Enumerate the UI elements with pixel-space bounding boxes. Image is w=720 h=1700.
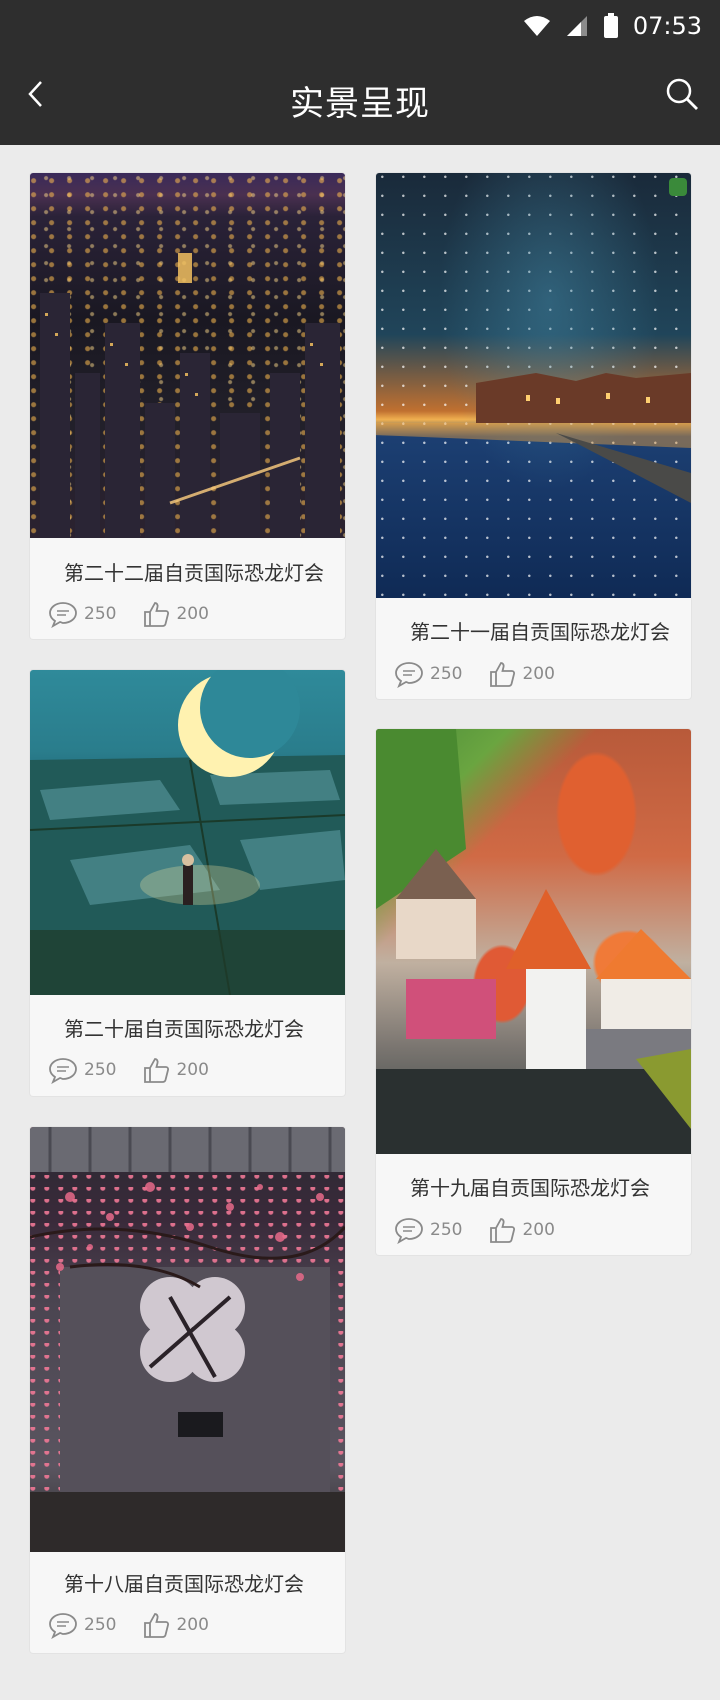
- status-time: 07:53: [632, 12, 702, 40]
- gallery-card[interactable]: 第二十届自贡国际恐龙灯会 250 200: [30, 670, 345, 1096]
- comment-count: 250: [84, 1060, 117, 1080]
- like-icon[interactable]: [142, 1056, 170, 1084]
- card-caption: 第十八届自贡国际恐龙灯会: [64, 1572, 304, 1596]
- page-title: 实景呈现: [290, 84, 430, 124]
- comment-count: 250: [430, 1220, 463, 1240]
- gallery-card[interactable]: 第十九届自贡国际恐龙灯会 250 200: [376, 729, 691, 1255]
- card-caption: 第二十届自贡国际恐龙灯会: [64, 1017, 304, 1041]
- search-button[interactable]: [662, 74, 702, 114]
- comment-icon[interactable]: [48, 1056, 78, 1084]
- like-icon[interactable]: [488, 660, 516, 688]
- card-caption: 第二十一届自贡国际恐龙灯会: [410, 620, 670, 644]
- comment-count: 250: [84, 604, 117, 624]
- status-bar: 07:53: [523, 6, 702, 46]
- comment-icon[interactable]: [48, 1611, 78, 1639]
- comment-count: 250: [430, 664, 463, 684]
- wifi-icon: [523, 15, 551, 37]
- comment-icon[interactable]: [394, 1216, 424, 1244]
- gallery-image[interactable]: [30, 1127, 345, 1552]
- moon-field-scene: [30, 670, 345, 996]
- top-bar: 07:53 实景呈现: [0, 0, 720, 145]
- gallery-image[interactable]: [376, 729, 691, 1154]
- like-count: 200: [522, 664, 555, 684]
- gallery-image[interactable]: [30, 670, 345, 996]
- like-icon[interactable]: [488, 1216, 516, 1244]
- gallery-card[interactable]: 第十八届自贡国际恐龙灯会 250 200: [30, 1127, 345, 1653]
- gallery-image[interactable]: [376, 173, 691, 598]
- cellular-signal-icon: [565, 15, 589, 37]
- like-count: 200: [176, 604, 209, 624]
- like-count: 200: [522, 1220, 555, 1240]
- river-night-scene: [376, 178, 691, 503]
- like-icon[interactable]: [142, 600, 170, 628]
- colorful-town-scene: [376, 729, 691, 1154]
- card-meta: 250 200: [48, 1610, 209, 1640]
- card-meta: 250 200: [394, 1215, 555, 1245]
- like-count: 200: [176, 1060, 209, 1080]
- city-night-scene: [40, 253, 340, 538]
- gallery-card[interactable]: 第二十二届自贡国际恐龙灯会 250 200: [30, 173, 345, 639]
- gallery-card[interactable]: 第二十一届自贡国际恐龙灯会 250 200: [376, 173, 691, 699]
- card-meta: 250 200: [48, 1055, 209, 1085]
- title-bar: 实景呈现: [0, 60, 720, 145]
- plum-window-scene: [30, 1127, 345, 1552]
- comment-icon[interactable]: [394, 660, 424, 688]
- like-count: 200: [176, 1615, 209, 1635]
- like-icon[interactable]: [142, 1611, 170, 1639]
- card-caption: 第二十二届自贡国际恐龙灯会: [64, 561, 324, 585]
- search-icon: [666, 78, 698, 110]
- card-meta: 250 200: [48, 599, 209, 629]
- comment-icon[interactable]: [48, 600, 78, 628]
- battery-icon: [603, 13, 619, 39]
- card-caption: 第十九届自贡国际恐龙灯会: [410, 1176, 650, 1200]
- card-meta: 250 200: [394, 659, 555, 689]
- gallery-image[interactable]: [30, 173, 345, 538]
- comment-count: 250: [84, 1615, 117, 1635]
